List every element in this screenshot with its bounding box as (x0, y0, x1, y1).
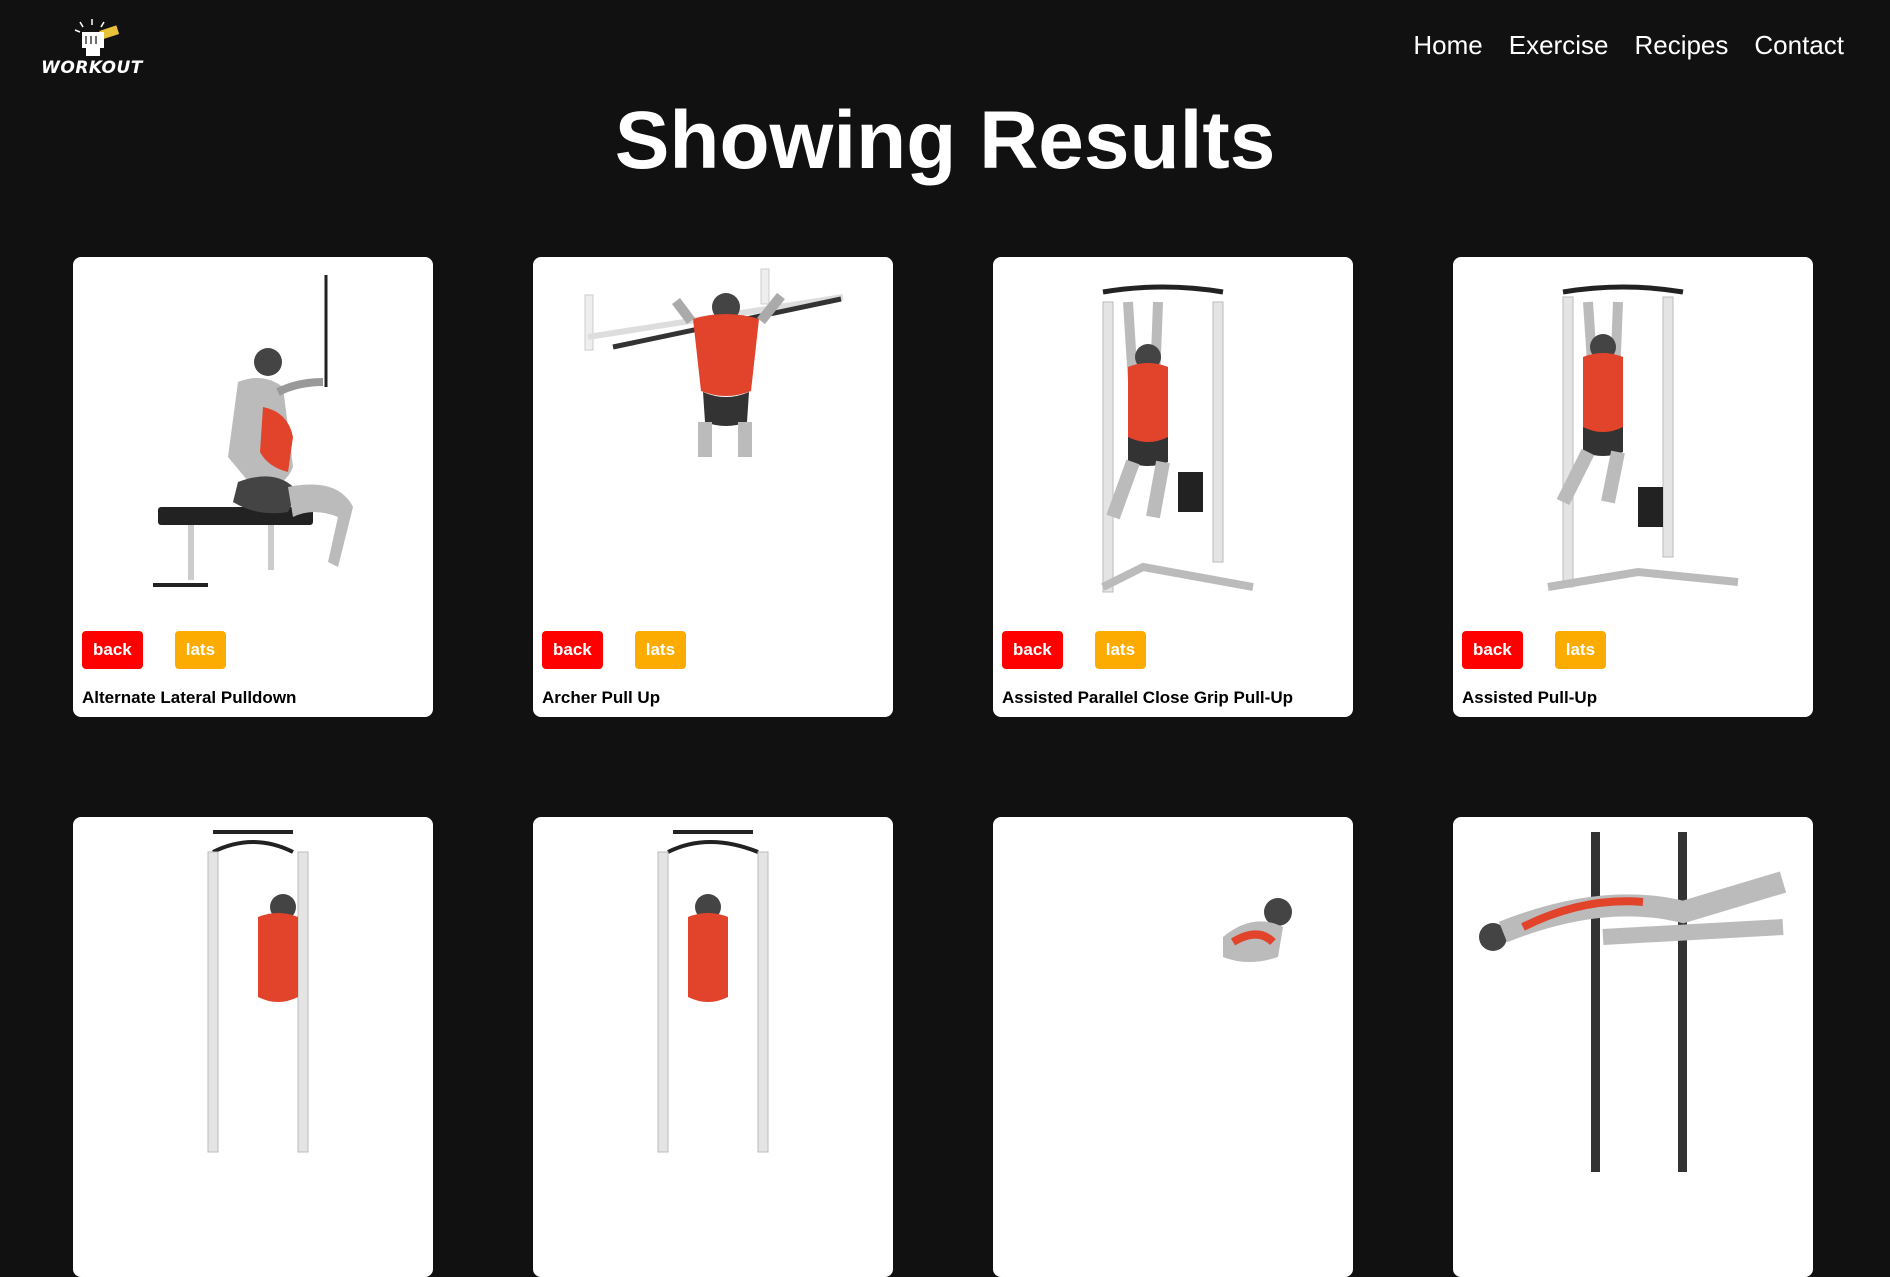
tag-list: back lats (542, 631, 687, 669)
tag-back[interactable]: back (82, 631, 143, 669)
nav-links: Home Exercise Recipes Contact (1413, 30, 1844, 61)
nav-exercise-link[interactable]: Exercise (1509, 30, 1609, 61)
nav-contact-link[interactable]: Contact (1754, 30, 1844, 61)
tag-lats[interactable]: lats (1554, 631, 1607, 669)
exercise-image (1453, 817, 1813, 1177)
fist-icon (74, 19, 120, 56)
tag-back[interactable]: back (1002, 631, 1063, 669)
exercise-image (993, 817, 1353, 1177)
exercise-card[interactable] (1453, 817, 1813, 1277)
exercise-name: Alternate Lateral Pulldown (82, 688, 297, 707)
logo-text: WORKOUT (41, 58, 143, 78)
exercise-card[interactable] (993, 817, 1353, 1277)
workout-logo[interactable]: WORKOUT (40, 18, 144, 80)
tag-list: back lats (1462, 631, 1607, 669)
exercise-card[interactable] (73, 817, 433, 1277)
exercise-image (533, 257, 893, 617)
tag-list: back lats (82, 631, 227, 669)
exercise-card[interactable]: back lats Assisted Parallel Close Grip P… (993, 257, 1353, 717)
exercise-image (993, 257, 1353, 617)
exercise-name: Assisted Parallel Close Grip Pull-Up (1002, 688, 1293, 707)
exercise-card[interactable]: back lats Archer Pull Up (533, 257, 893, 717)
exercise-name: Archer Pull Up (542, 688, 661, 707)
exercise-card[interactable]: back lats Assisted Pull-Up (1453, 257, 1813, 717)
tag-list: back lats (1002, 631, 1147, 669)
exercise-grid: back lats Alternate Lateral Pulldown bac… (73, 257, 1813, 1277)
page-title: Showing Results (614, 95, 1276, 186)
exercise-image (533, 817, 893, 1177)
exercise-card[interactable]: back lats Alternate Lateral Pulldown (73, 257, 433, 717)
exercise-image (1453, 257, 1813, 617)
tag-lats[interactable]: lats (634, 631, 687, 669)
tag-back[interactable]: back (1462, 631, 1523, 669)
nav-recipes-link[interactable]: Recipes (1634, 30, 1728, 61)
exercise-image (73, 817, 433, 1177)
tag-lats[interactable]: lats (174, 631, 227, 669)
navbar: WORKOUT Home Exercise Recipes Contact (0, 0, 1890, 100)
tag-lats[interactable]: lats (1094, 631, 1147, 669)
exercise-image (73, 257, 433, 617)
tag-back[interactable]: back (542, 631, 603, 669)
nav-home-link[interactable]: Home (1413, 30, 1482, 61)
exercise-name: Assisted Pull-Up (1462, 688, 1598, 707)
exercise-card[interactable] (533, 817, 893, 1277)
